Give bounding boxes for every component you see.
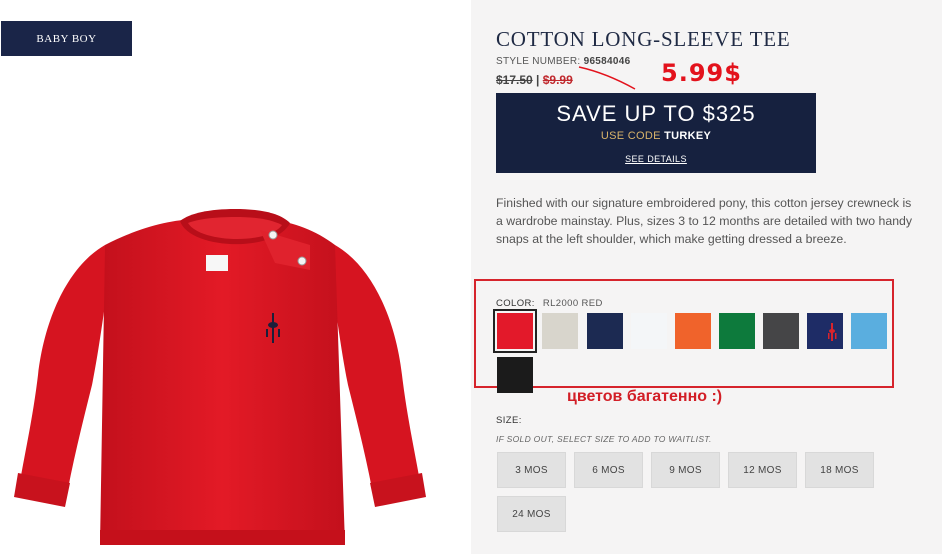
size-option-3-mos[interactable]: 3 MOS [497,452,566,488]
swatch-red[interactable] [493,309,537,353]
promo-code-prefix: USE CODE [600,130,661,142]
promo-headline: SAVE UP TO $325 [556,101,756,126]
swatch-charcoal[interactable] [763,313,799,349]
promo-code: TURKEY [664,130,712,142]
size-option-9-mos[interactable]: 9 MOS [651,452,720,488]
annotation-price: 5.99$ [661,59,742,87]
swatch-navy[interactable] [587,313,623,349]
promo-banner: SAVE UP TO $325 USE CODE TURKEY SEE DETA… [496,93,816,173]
swatch-sky-blue[interactable] [851,313,887,349]
swatch-white[interactable] [631,313,667,349]
color-label-text: COLOR: [496,298,535,309]
category-badge[interactable]: BABY BOY [1,21,132,56]
annotation-strike-icon [578,66,636,90]
swatch-orange[interactable] [675,313,711,349]
product-image-area: BABY BOY [0,0,470,554]
style-number-label: STYLE NUMBER: [496,56,581,67]
product-title: COTTON LONG-SLEEVE TEE [496,27,791,51]
product-image [14,209,426,545]
swatch-navy-pony[interactable] [807,313,843,349]
pony-icon [828,323,837,341]
size-waitlist-note: IF SOLD OUT, SELECT SIZE TO ADD TO WAITL… [496,434,712,444]
swatch-oatmeal[interactable] [542,313,578,349]
size-option-12-mos[interactable]: 12 MOS [728,452,797,488]
size-option-6-mos[interactable]: 6 MOS [574,452,643,488]
annotation-colors-note: цветов багатенно :) [567,388,723,405]
promo-code-line: USE CODE TURKEY [496,130,816,142]
selected-color-name: RL2000 RED [542,298,603,309]
price-separator: | [536,73,543,87]
product-description: Finished with our signature embroidered … [496,196,913,246]
size-option-18-mos[interactable]: 18 MOS [805,452,874,488]
size-label: SIZE: [496,415,522,426]
swatch-black[interactable] [497,357,533,393]
swatch-green[interactable] [719,313,755,349]
size-option-24-mos[interactable]: 24 MOS [497,496,566,532]
price-row: $17.50 | $9.99 [496,73,573,87]
color-label: COLOR: RL2000 RED [496,298,603,309]
see-details-link[interactable]: SEE DETAILS [496,154,816,164]
sale-price: $9.99 [542,73,573,87]
original-price: $17.50 [496,73,533,87]
product-details-panel: COTTON LONG-SLEEVE TEE STYLE NUMBER: 965… [471,0,942,554]
